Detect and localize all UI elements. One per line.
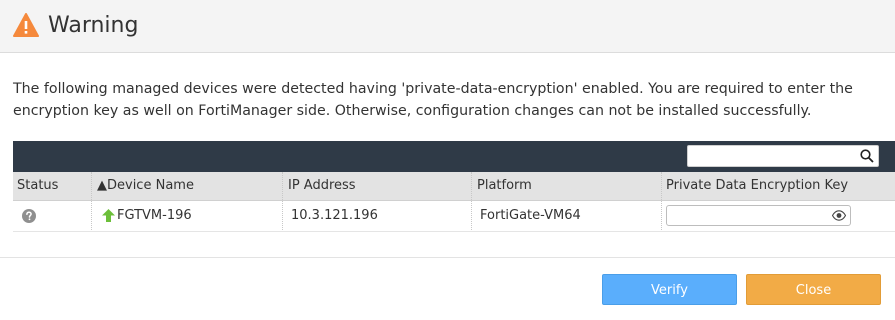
ip-address-cell: 10.3.121.196: [291, 208, 378, 223]
warning-icon: [13, 13, 39, 37]
dialog-header: Warning: [0, 0, 895, 53]
column-header-device-name[interactable]: ▲Device Name: [93, 172, 283, 200]
table-row[interactable]: FGTVM-196 10.3.121.196 FortiGate-VM64: [13, 201, 895, 232]
platform-cell: FortiGate-VM64: [480, 208, 581, 223]
warning-message: The following managed devices were detec…: [13, 81, 853, 119]
table-toolbar: [13, 141, 895, 172]
column-header-encryption-key[interactable]: Private Data Encryption Key: [662, 172, 872, 200]
close-button[interactable]: Close: [746, 274, 881, 305]
footer-divider: [0, 257, 895, 258]
search-input[interactable]: [687, 145, 879, 167]
eye-icon[interactable]: [832, 210, 846, 221]
verify-button[interactable]: Verify: [602, 274, 737, 305]
column-header-ip-address[interactable]: IP Address: [284, 172, 474, 200]
device-name-cell: FGTVM-196: [117, 208, 192, 223]
table-header: Status ▲Device Name IP Address Platform …: [13, 172, 895, 201]
up-arrow-icon: [102, 209, 115, 222]
column-header-status[interactable]: Status: [13, 172, 88, 200]
dialog-title: Warning: [48, 13, 139, 38]
encryption-key-field[interactable]: [666, 205, 851, 226]
device-table: Status ▲Device Name IP Address Platform …: [13, 141, 895, 235]
column-header-platform[interactable]: Platform: [473, 172, 663, 200]
question-circle-icon: [22, 209, 36, 223]
search-icon[interactable]: [860, 149, 874, 163]
